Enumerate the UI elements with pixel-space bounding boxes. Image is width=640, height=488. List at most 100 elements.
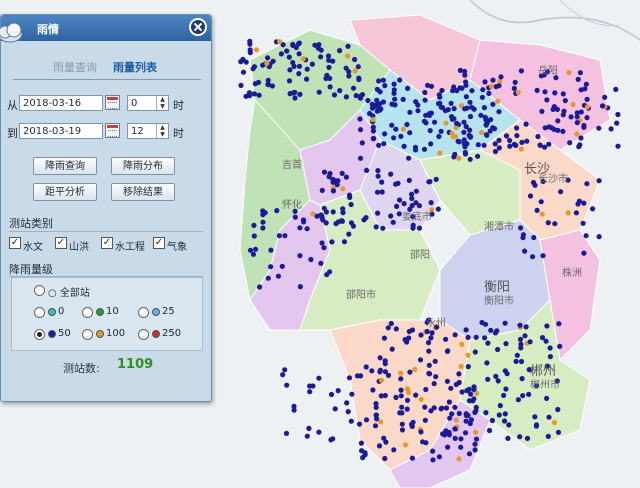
station-dot[interactable]	[453, 417, 459, 423]
station-dot[interactable]	[489, 417, 495, 424]
station-dot[interactable]	[448, 100, 454, 106]
station-dot[interactable]	[379, 179, 385, 185]
from-date-input[interactable]: 2018-03-16	[19, 95, 103, 111]
station-dot[interactable]	[352, 68, 358, 74]
station-dot[interactable]	[574, 120, 580, 126]
station-dot[interactable]	[404, 121, 410, 128]
station-dot[interactable]	[488, 327, 494, 333]
station-dot[interactable]	[426, 370, 432, 377]
station-dot[interactable]	[514, 352, 520, 358]
station-dot[interactable]	[264, 60, 270, 66]
rain-distribution-button[interactable]: 降雨分布	[111, 157, 175, 175]
station-dot[interactable]	[514, 125, 520, 131]
station-dot[interactable]	[260, 225, 266, 231]
station-dot[interactable]	[370, 387, 376, 393]
station-dot[interactable]	[501, 392, 507, 398]
radio-level-50[interactable]	[34, 329, 45, 340]
station-dot[interactable]	[497, 403, 503, 409]
station-dot[interactable]	[467, 99, 473, 105]
station-dot[interactable]	[481, 142, 487, 148]
station-dot[interactable]	[449, 130, 455, 136]
station-dot[interactable]	[374, 86, 380, 92]
station-dot[interactable]	[362, 452, 368, 458]
station-dot[interactable]	[357, 116, 363, 122]
station-dot[interactable]	[280, 372, 286, 378]
station-dot[interactable]	[422, 404, 428, 410]
station-dot[interactable]	[520, 393, 526, 399]
station-dot[interactable]	[265, 81, 271, 87]
station-dot[interactable]	[409, 327, 416, 333]
station-dot[interactable]	[308, 256, 314, 263]
station-dot[interactable]	[450, 88, 456, 94]
station-dot[interactable]	[502, 320, 508, 326]
station-dot[interactable]	[575, 76, 581, 82]
station-dot[interactable]	[551, 104, 557, 110]
station-dot[interactable]	[423, 112, 429, 118]
station-dot[interactable]	[517, 336, 524, 342]
station-dot[interactable]	[471, 106, 477, 112]
station-dot[interactable]	[357, 155, 364, 161]
station-dot[interactable]	[318, 54, 324, 60]
calendar-icon[interactable]	[105, 95, 120, 110]
station-dot[interactable]	[583, 233, 589, 239]
station-dot[interactable]	[420, 439, 426, 445]
station-dot[interactable]	[379, 189, 385, 195]
station-dot[interactable]	[397, 410, 403, 416]
station-dot[interactable]	[472, 409, 478, 415]
station-dot[interactable]	[436, 454, 442, 460]
station-dot[interactable]	[432, 119, 438, 125]
station-dot[interactable]	[393, 126, 399, 132]
station-dot[interactable]	[331, 92, 338, 98]
station-dot[interactable]	[304, 226, 310, 232]
station-dot[interactable]	[312, 42, 318, 48]
station-dot[interactable]	[380, 77, 386, 83]
station-dot[interactable]	[397, 197, 403, 203]
station-dot[interactable]	[372, 423, 379, 429]
station-dot[interactable]	[359, 448, 365, 454]
station-dot[interactable]	[418, 396, 424, 402]
station-dot[interactable]	[382, 361, 388, 367]
station-dot[interactable]	[584, 96, 590, 102]
station-dot[interactable]	[551, 420, 558, 426]
station-dot[interactable]	[392, 96, 398, 102]
station-dot[interactable]	[546, 414, 552, 420]
station-dot[interactable]	[253, 246, 259, 252]
station-dot[interactable]	[251, 91, 257, 97]
station-dot[interactable]	[544, 395, 550, 401]
station-dot[interactable]	[318, 212, 324, 218]
station-dot[interactable]	[401, 143, 407, 149]
station-dot[interactable]	[507, 137, 513, 144]
station-dot[interactable]	[459, 389, 465, 395]
station-dot[interactable]	[445, 444, 451, 450]
station-dot[interactable]	[512, 79, 518, 85]
station-dot[interactable]	[257, 284, 263, 290]
station-dot[interactable]	[284, 382, 290, 388]
station-dot[interactable]	[490, 77, 496, 83]
station-dot[interactable]	[345, 409, 351, 415]
station-dot[interactable]	[268, 247, 274, 253]
station-dot[interactable]	[391, 447, 397, 453]
station-dot[interactable]	[461, 129, 467, 135]
station-dot[interactable]	[407, 369, 413, 375]
station-dot[interactable]	[466, 451, 473, 457]
station-dot[interactable]	[545, 433, 551, 439]
station-dot[interactable]	[457, 85, 463, 91]
station-dot[interactable]	[319, 240, 325, 246]
station-dot[interactable]	[328, 391, 335, 398]
station-dot[interactable]	[433, 176, 439, 182]
station-dot[interactable]	[447, 415, 453, 421]
station-dot[interactable]	[556, 321, 562, 327]
station-dot[interactable]	[304, 76, 310, 82]
station-dot[interactable]	[370, 128, 376, 134]
station-dot[interactable]	[537, 142, 543, 148]
radio-level-10[interactable]	[82, 307, 93, 318]
station-dot[interactable]	[480, 87, 486, 93]
station-dot[interactable]	[458, 363, 464, 369]
station-dot[interactable]	[296, 51, 302, 57]
station-dot[interactable]	[421, 146, 428, 152]
station-dot[interactable]	[297, 284, 303, 290]
station-dot[interactable]	[523, 324, 529, 330]
station-dot[interactable]	[382, 131, 388, 137]
station-dot[interactable]	[335, 388, 341, 394]
station-dot[interactable]	[350, 85, 357, 91]
